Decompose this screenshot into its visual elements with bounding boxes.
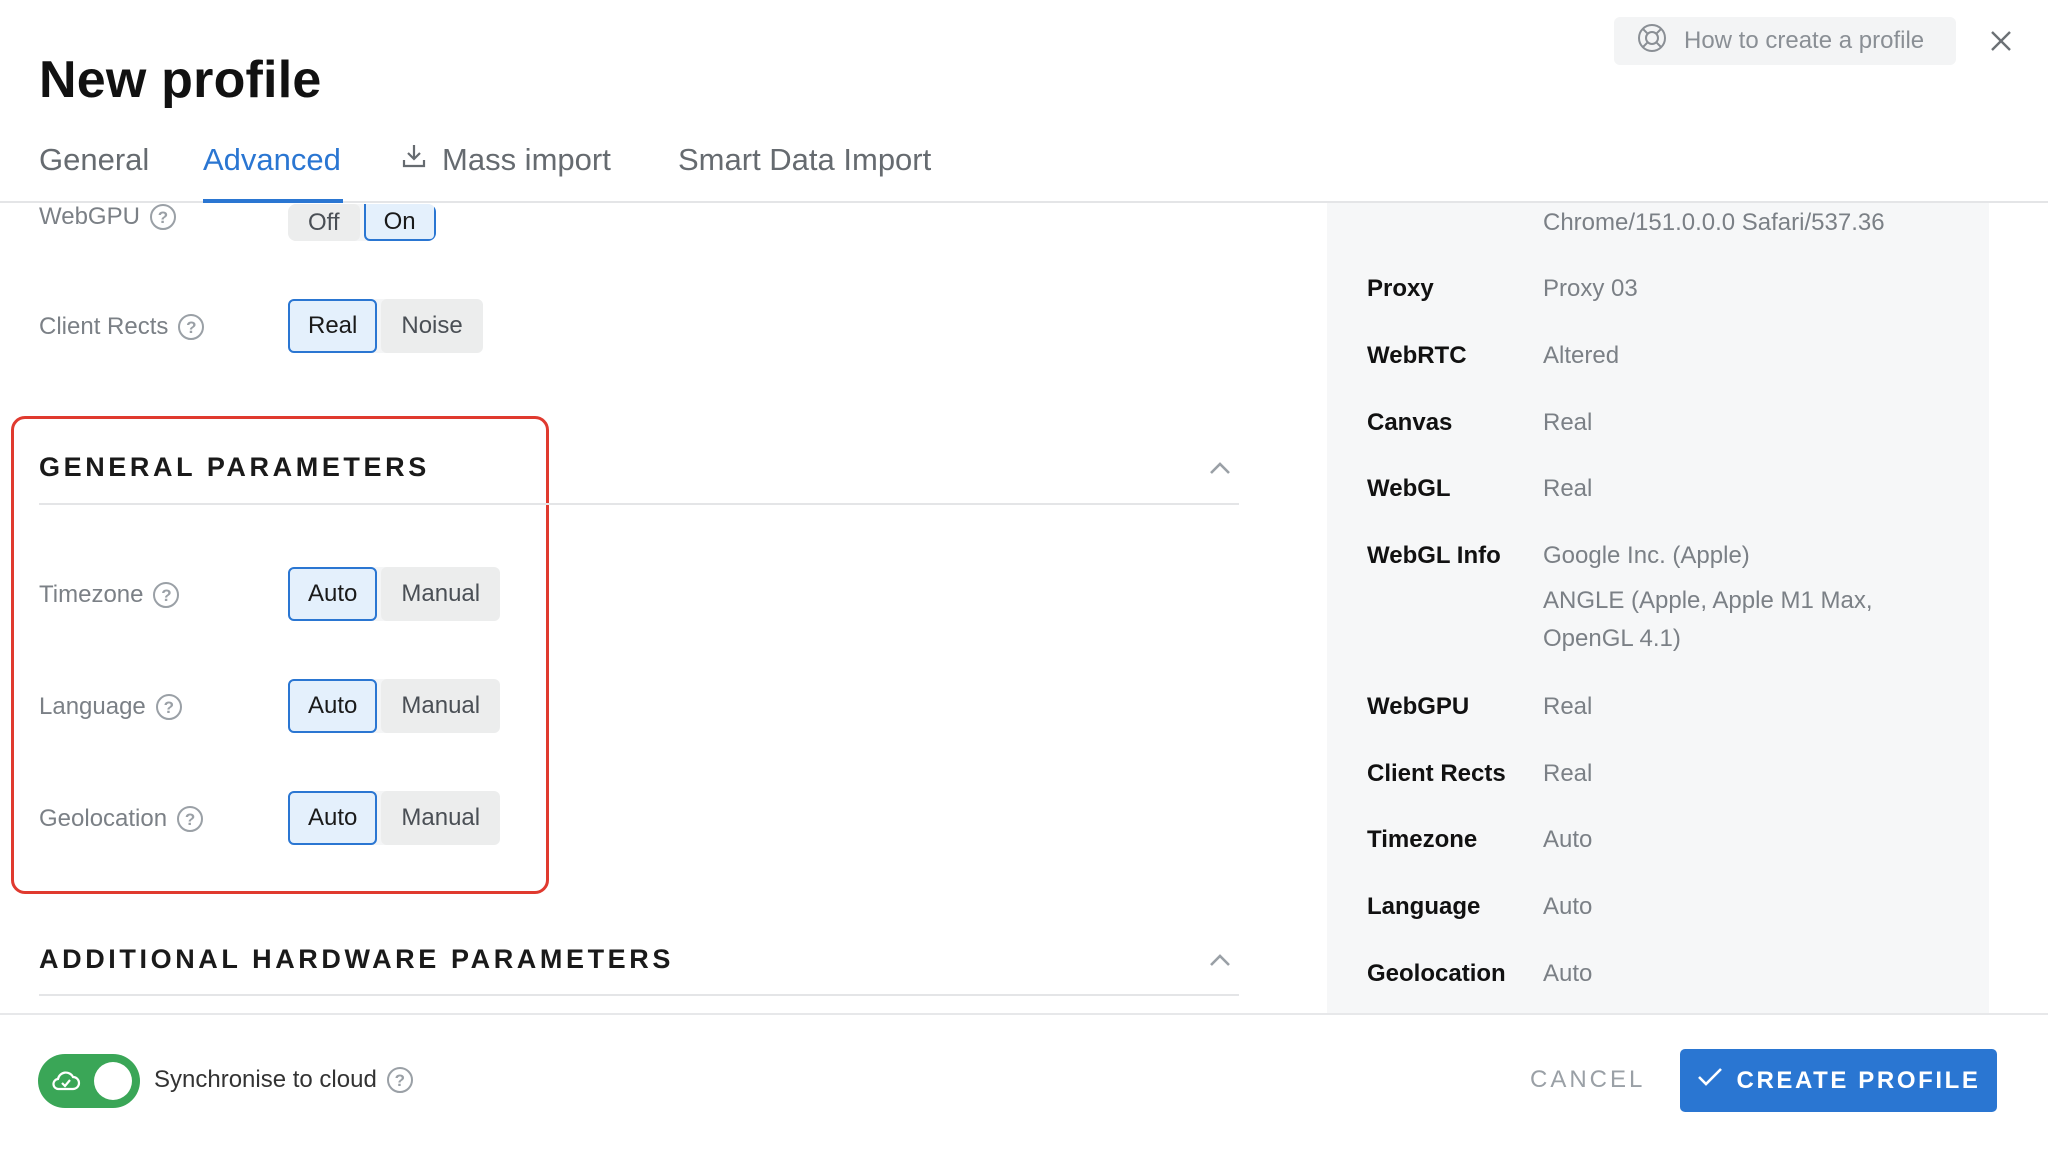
how-to-create-profile-button[interactable]: How to create a profile	[1614, 17, 1956, 65]
geolocation-row-label: Geolocation ?	[39, 805, 204, 833]
geolocation-segmented: Auto Manual	[288, 791, 501, 845]
summary-value: Google Inc. (Apple)	[1543, 542, 1750, 569]
tab-smart-data-import[interactable]: Smart Data Import	[678, 138, 931, 182]
summary-key: Proxy	[1367, 275, 1434, 302]
lifebuoy-icon	[1636, 22, 1668, 61]
tab-general[interactable]: General	[39, 138, 149, 182]
summary-key: Client Rects	[1367, 760, 1506, 787]
create-profile-label: CREATE PROFILE	[1736, 1066, 1981, 1094]
language-segmented: Auto Manual	[288, 679, 501, 733]
geolocation-manual-button[interactable]: Manual	[381, 791, 501, 845]
webgpu-segmented: Off On	[288, 204, 436, 241]
question-icon[interactable]: ?	[386, 1067, 413, 1093]
question-icon[interactable]: ?	[177, 806, 204, 832]
tab-mass-import[interactable]: Mass import	[400, 138, 611, 182]
check-icon	[1697, 1066, 1723, 1095]
page-title: New profile	[39, 51, 322, 109]
timezone-row-label: Timezone ?	[39, 581, 180, 609]
client-rects-noise-button[interactable]: Noise	[381, 299, 483, 353]
timezone-auto-button[interactable]: Auto	[288, 567, 378, 621]
summary-key: Geolocation	[1367, 960, 1506, 987]
client-rects-segmented: Real Noise	[288, 299, 483, 353]
summary-key: WebRTC	[1367, 342, 1467, 369]
footer-divider	[0, 1013, 2048, 1015]
chevron-up-icon[interactable]	[1206, 950, 1234, 970]
timezone-segmented: Auto Manual	[288, 567, 501, 621]
geolocation-auto-button[interactable]: Auto	[288, 791, 378, 845]
summary-value: Real	[1543, 693, 1593, 720]
webgpu-row-label: WebGPU ?	[39, 203, 176, 231]
active-tab-indicator	[203, 199, 343, 203]
summary-value: Auto	[1543, 893, 1593, 920]
summary-value: Proxy 03	[1543, 275, 1638, 302]
webgpu-off-button[interactable]: Off	[288, 204, 360, 241]
summary-key: WebGPU	[1367, 693, 1470, 720]
summary-key: Timezone	[1367, 826, 1478, 853]
summary-key: WebGL Info	[1367, 542, 1501, 569]
summary-value: Real	[1543, 475, 1593, 502]
client-rects-real-button[interactable]: Real	[288, 299, 378, 353]
section-divider	[39, 503, 1239, 505]
how-to-create-profile-label: How to create a profile	[1684, 27, 1925, 54]
summary-value: Auto	[1543, 826, 1593, 853]
sync-cloud-label: Synchronise to cloud	[154, 1066, 377, 1093]
create-profile-button[interactable]: CREATE PROFILE	[1680, 1049, 1997, 1112]
tab-advanced[interactable]: Advanced	[203, 138, 341, 182]
summary-key: Language	[1367, 893, 1481, 920]
summary-user-agent: Chrome/151.0.0.0 Safari/537.36	[1543, 209, 1885, 236]
language-row-label: Language ?	[39, 693, 182, 721]
cancel-button[interactable]: CANCEL	[1520, 1060, 1655, 1100]
timezone-manual-button[interactable]: Manual	[381, 567, 501, 621]
language-manual-button[interactable]: Manual	[381, 679, 501, 733]
summary-key: WebGL	[1367, 475, 1451, 502]
sync-cloud-label-group: Synchronise to cloud ?	[154, 1066, 413, 1094]
question-icon[interactable]: ?	[149, 204, 176, 230]
close-icon[interactable]	[1986, 26, 2016, 56]
download-icon	[400, 142, 428, 178]
summary-value: Altered	[1543, 342, 1620, 369]
tab-bar: General Advanced Mass import Smart Data …	[0, 128, 2048, 203]
section-divider	[39, 994, 1239, 996]
summary-value: OpenGL 4.1)	[1543, 625, 1681, 652]
general-parameters-heading: GENERAL PARAMETERS	[39, 452, 430, 482]
client-rects-row-label: Client Rects ?	[39, 313, 205, 341]
summary-value: Real	[1543, 760, 1593, 787]
webgpu-on-button[interactable]: On	[363, 204, 436, 241]
question-icon[interactable]: ?	[153, 582, 180, 608]
sync-cloud-toggle[interactable]	[38, 1054, 140, 1108]
toggle-knob	[94, 1062, 132, 1100]
summary-key: Canvas	[1367, 409, 1453, 436]
summary-value: Real	[1543, 409, 1593, 436]
language-auto-button[interactable]: Auto	[288, 679, 378, 733]
question-icon[interactable]: ?	[178, 314, 205, 340]
hardware-parameters-heading: ADDITIONAL HARDWARE PARAMETERS	[39, 944, 675, 974]
chevron-up-icon[interactable]	[1206, 458, 1234, 478]
summary-value: Auto	[1543, 960, 1593, 987]
summary-value: ANGLE (Apple, Apple M1 Max,	[1543, 587, 1873, 614]
question-icon[interactable]: ?	[155, 694, 182, 720]
